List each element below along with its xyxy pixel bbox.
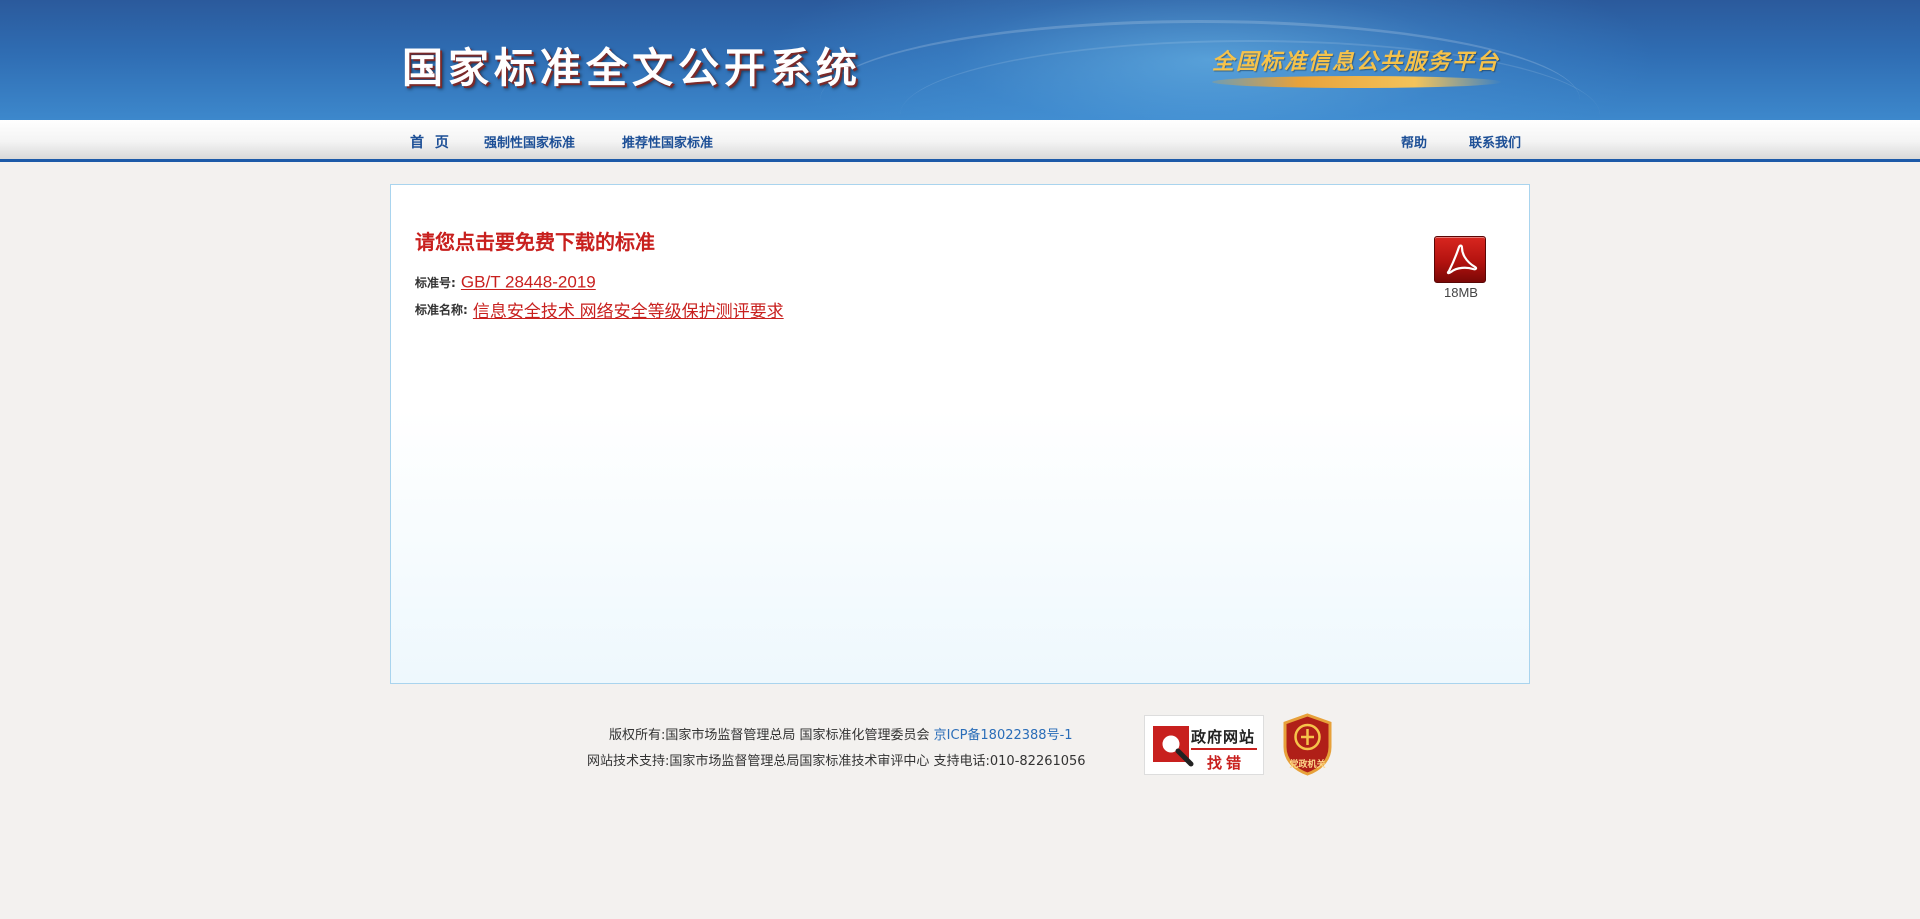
gov-badge-divider xyxy=(1191,748,1257,750)
main-nav: 首 页 强制性国家标准 推荐性国家标准 帮助 联系我们 xyxy=(0,120,1920,162)
footer-copyright: 版权所有:国家市场监督管理总局 国家标准化管理委员会 京ICP备18022388… xyxy=(609,724,1073,743)
header-banner: 国家标准全文公开系统 全国标准信息公共服务平台 xyxy=(0,0,1920,120)
nav-home[interactable]: 首 页 xyxy=(410,132,452,152)
pdf-download-button[interactable] xyxy=(1434,236,1488,284)
footer-tech-support: 网站技术支持:国家市场监督管理总局国家标准技术审评中心 支持电话:010-822… xyxy=(587,754,1086,769)
party-gov-agency-badge[interactable]: 党政机关 xyxy=(1281,713,1334,776)
nav-mandatory-standards[interactable]: 强制性国家标准 xyxy=(484,132,575,151)
site-title: 国家标准全文公开系统 xyxy=(402,44,862,92)
party-badge-label: 党政机关 xyxy=(1289,760,1326,770)
standard-name-link[interactable]: 信息安全技术 网络安全等级保护测评要求 xyxy=(473,302,784,321)
standard-number-label: 标准号: xyxy=(415,276,456,290)
download-panel: 请您点击要免费下载的标准 标准号: GB/T 28448-2019 标准名称: … xyxy=(390,184,1530,684)
gov-site-error-report-badge[interactable]: 政府网站 找错 xyxy=(1144,715,1264,775)
standard-number-link[interactable]: GB/T 28448-2019 xyxy=(461,273,596,292)
download-prompt: 请您点击要免费下载的标准 xyxy=(415,230,655,254)
standard-number-row: 标准号: GB/T 28448-2019 xyxy=(415,272,596,293)
standard-name-label: 标准名称: xyxy=(415,303,468,317)
nav-contact-us[interactable]: 联系我们 xyxy=(1469,132,1521,151)
gov-badge-line1: 政府网站 xyxy=(1191,728,1256,746)
nav-recommended-standards[interactable]: 推荐性国家标准 xyxy=(622,132,713,151)
slogan-brush-stroke xyxy=(1212,76,1502,88)
nav-help[interactable]: 帮助 xyxy=(1401,132,1427,151)
magnifier-icon xyxy=(1153,726,1194,767)
pdf-icon xyxy=(1434,236,1486,283)
platform-slogan: 全国标准信息公共服务平台 xyxy=(1212,49,1501,75)
icp-license-link[interactable]: 京ICP备18022388号-1 xyxy=(934,728,1073,743)
copyright-text: 版权所有:国家市场监督管理总局 国家标准化管理委员会 xyxy=(609,728,934,743)
standard-name-row: 标准名称: 信息安全技术 网络安全等级保护测评要求 xyxy=(415,297,784,322)
file-size: 18MB xyxy=(1444,285,1478,300)
gov-badge-line2: 找错 xyxy=(1207,754,1246,772)
